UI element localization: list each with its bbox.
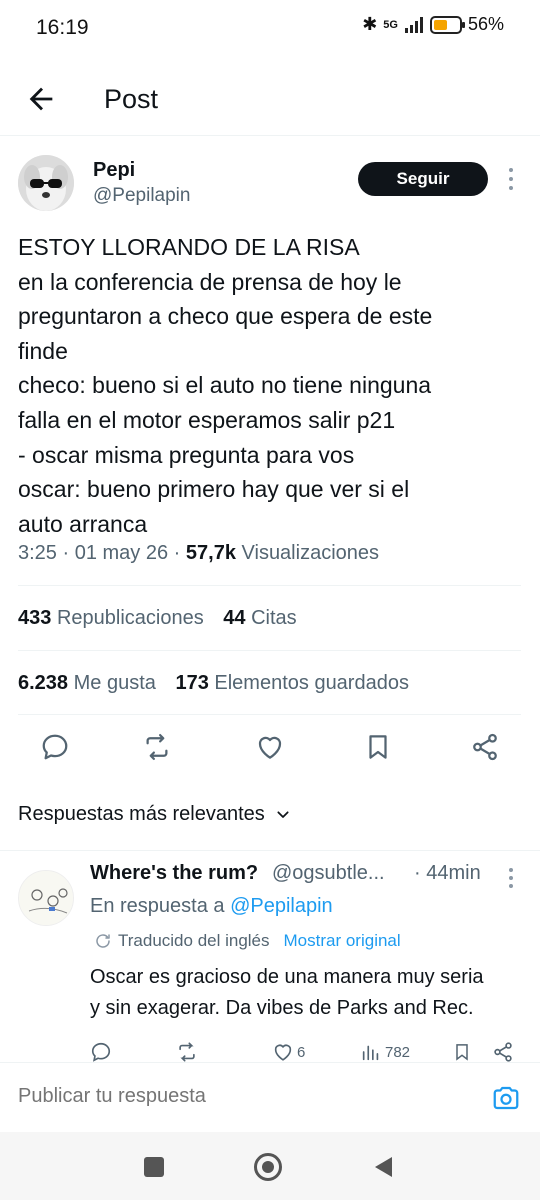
replying-to-handle[interactable]: @Pepilapin [230, 895, 333, 917]
reply-views-button[interactable]: 782 [360, 1040, 410, 1064]
translation-notice: Traducido del inglés Mostrar original [94, 931, 401, 951]
post-text-line: en la conferencia de prensa de hoy le [18, 268, 402, 295]
bookmarks-link[interactable]: 173 Elementos guardados [175, 672, 409, 694]
post-text-line: falla en el motor esperamos salir p21 [18, 406, 396, 433]
reply-input[interactable] [18, 1085, 438, 1108]
reply-composer [0, 1062, 540, 1132]
post-text-line: oscar: bueno primero hay que ver si el [18, 476, 410, 503]
system-nav-bar [0, 1132, 540, 1200]
reply-author-name[interactable]: Where's the rum? [90, 862, 258, 885]
reply-author-avatar[interactable] [18, 870, 74, 926]
reply-views-count: 782 [385, 1043, 411, 1061]
recents-square-icon[interactable] [144, 1157, 164, 1177]
status-indicators: ✱ 5G 56% [362, 14, 504, 35]
author-name[interactable]: Pepi [93, 159, 135, 182]
divider [18, 650, 521, 651]
likes-link[interactable]: 6.238 Me gusta [18, 672, 156, 694]
show-original-link[interactable]: Mostrar original [284, 931, 401, 951]
likes-label: Me gusta [73, 672, 156, 694]
reposts-count: 433 [18, 607, 52, 629]
replies-sort-label: Respuestas más relevantes [18, 803, 265, 825]
bookmark-icon[interactable] [363, 732, 393, 762]
divider [18, 585, 521, 586]
battery-icon [429, 15, 465, 34]
like-heart-icon[interactable] [255, 732, 285, 762]
repost-icon [179, 1042, 195, 1062]
post-text-line: finde [18, 337, 68, 364]
reply-time[interactable]: · 44min [414, 862, 481, 885]
author-handle[interactable]: @Pepilapin [93, 185, 190, 207]
post-time[interactable]: 3:25 [18, 542, 57, 564]
share-icon [494, 1042, 512, 1062]
signal-icon [404, 16, 423, 33]
bookmarks-count: 173 [175, 672, 209, 694]
views-label: Visualizaciones [241, 542, 380, 564]
reply-icon[interactable] [40, 732, 70, 762]
post-text-line: - oscar misma pregunta para vos [18, 441, 355, 468]
reply-icon [91, 1042, 111, 1062]
bookmark-icon [456, 1044, 468, 1061]
chevron-down-icon [277, 810, 289, 818]
battery-percent: 56% [467, 14, 504, 34]
likes-count: 6.238 [18, 672, 69, 694]
replying-to: En respuesta a @Pepilapin [90, 895, 333, 918]
bookmarks-label: Elementos guardados [214, 672, 409, 694]
post-text-line: ESTOY LLORANDO DE LA RISA [18, 234, 360, 260]
views-count: 57,7k [185, 542, 236, 564]
divider [18, 714, 521, 715]
divider [0, 850, 540, 851]
translated-label: Traducido del inglés [118, 931, 270, 950]
translate-icon [96, 934, 110, 948]
post-text: ESTOY LLORANDO DE LA RISA en la conferen… [18, 230, 523, 541]
reply-text-line: Oscar es gracioso de una manera muy seri… [90, 966, 484, 988]
top-bar: Post [0, 70, 540, 136]
quotes-label: Citas [251, 607, 297, 629]
back-arrow-icon[interactable] [24, 82, 58, 116]
reply-more-options-icon[interactable] [503, 866, 519, 890]
reposts-label: Republicaciones [56, 607, 204, 629]
home-circle-icon[interactable] [254, 1153, 282, 1181]
post-date[interactable]: 01 may 26 [75, 542, 168, 564]
reply-text: Oscar es gracioso de una manera muy seri… [90, 962, 520, 1024]
post-meta: 3:25 · 01 may 26 · 57,7k Visualizaciones [18, 542, 380, 564]
reply-reply-button[interactable] [90, 1040, 112, 1064]
author-avatar[interactable] [18, 155, 74, 211]
page-title: Post [104, 84, 159, 114]
post-text-line: checo: bueno si el auto no tiene ninguna [18, 372, 432, 399]
reply-bookmark-button[interactable] [452, 1040, 472, 1064]
quotes-count: 44 [223, 607, 246, 629]
reply-text-line: y sin exagerar. Da vibes de Parks and Re… [90, 997, 474, 1019]
reply-like-button[interactable]: 6 [272, 1040, 305, 1064]
reply-repost-button[interactable] [176, 1040, 198, 1064]
reposts-link[interactable]: 433 Republicaciones [18, 607, 204, 629]
post-text-line: preguntaron a checo que espera de este [18, 303, 433, 330]
repost-stats: 433 Republicaciones 44 Citas [18, 607, 297, 630]
like-stats: 6.238 Me gusta 173 Elementos guardados [18, 672, 409, 695]
reply-likes-count: 6 [297, 1043, 306, 1061]
share-icon[interactable] [470, 732, 500, 762]
views-bar-chart-icon [362, 1045, 379, 1061]
repost-icon[interactable] [142, 732, 172, 762]
battery-fill [433, 19, 448, 30]
sketch-avatar-image [19, 871, 73, 925]
network-label: 5G [383, 18, 398, 31]
status-bar: 16:19 ✱ 5G 56% [0, 0, 540, 56]
post-text-line: auto arranca [18, 510, 148, 537]
reply-share-button[interactable] [492, 1040, 514, 1064]
back-triangle-icon[interactable] [372, 1155, 394, 1179]
replying-to-prefix: En respuesta a [90, 895, 225, 917]
camera-icon[interactable] [490, 1083, 522, 1113]
bluetooth-icon: ✱ [362, 14, 378, 34]
replies-sort-dropdown[interactable]: Respuestas más relevantes [18, 803, 291, 826]
quotes-link[interactable]: 44 Citas [223, 607, 296, 629]
more-options-icon[interactable] [502, 166, 520, 192]
dog-avatar-image [18, 155, 74, 211]
follow-button[interactable]: Seguir [358, 162, 488, 196]
status-time: 16:19 [36, 16, 89, 39]
like-heart-icon [274, 1044, 292, 1061]
reply-author-handle[interactable]: @ogsubtle... [272, 862, 385, 885]
